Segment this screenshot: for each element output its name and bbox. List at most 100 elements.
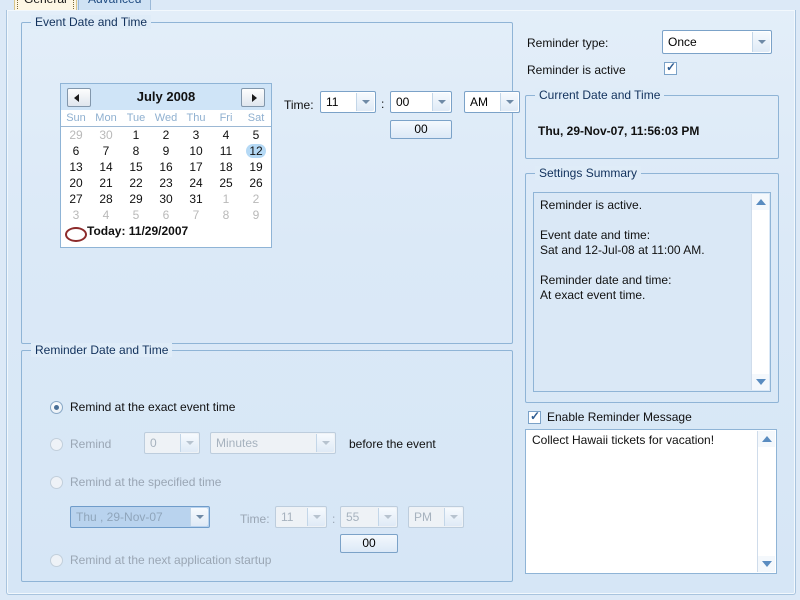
reminder-type-combo[interactable]: Once <box>662 30 772 54</box>
chevron-down-icon[interactable] <box>307 508 325 526</box>
calendar-day[interactable]: 21 <box>91 175 121 191</box>
event-meridiem-combo[interactable]: AM <box>464 91 520 113</box>
calendar-day[interactable]: 7 <box>181 207 211 223</box>
remind-before-unit-combo[interactable]: Minutes <box>210 432 336 454</box>
calendar-day[interactable]: 6 <box>61 143 91 159</box>
event-time-label: Time: <box>284 98 314 112</box>
calendar-day[interactable]: 23 <box>151 175 181 191</box>
calendar-next-month-icon[interactable] <box>241 88 265 107</box>
calendar-weekday-sun: Sun <box>61 111 91 127</box>
calendar-day[interactable]: 9 <box>241 207 271 223</box>
calendar-day[interactable]: 11 <box>211 143 241 159</box>
calendar-day[interactable]: 15 <box>121 159 151 175</box>
calendar-day[interactable]: 2 <box>241 191 271 207</box>
calendar-day[interactable]: 16 <box>151 159 181 175</box>
calendar-day[interactable]: 1 <box>121 127 151 144</box>
calendar-day[interactable]: 26 <box>241 175 271 191</box>
calendar-day[interactable]: 3 <box>181 127 211 144</box>
chevron-down-icon[interactable] <box>356 93 374 111</box>
reminder-active-checkbox[interactable] <box>664 60 677 75</box>
scroll-down-icon[interactable] <box>752 374 769 390</box>
calendar-day[interactable]: 3 <box>61 207 91 223</box>
chevron-down-icon[interactable] <box>500 93 518 111</box>
settings-summary-box[interactable]: Reminder is active. Event date and time:… <box>533 192 771 392</box>
calendar-day[interactable]: 2 <box>151 127 181 144</box>
radio-remind-before[interactable] <box>50 438 63 451</box>
calendar-day[interactable]: 7 <box>91 143 121 159</box>
reminder-message-scrollbar[interactable] <box>757 431 775 572</box>
chevron-down-icon[interactable] <box>180 434 198 452</box>
calendar-day[interactable]: 29 <box>61 127 91 144</box>
chevron-down-icon[interactable] <box>316 434 334 452</box>
scrollbar-track[interactable] <box>758 447 775 556</box>
chevron-down-icon[interactable] <box>444 508 462 526</box>
remind-seconds-field[interactable]: 00 <box>340 534 398 553</box>
calendar-week-row: 20 21 22 23 24 25 26 <box>61 175 271 191</box>
calendar-weekday-sat: Sat <box>241 111 271 127</box>
calendar-day[interactable]: 6 <box>151 207 181 223</box>
calendar-weekday-row: Sun Mon Tue Wed Thu Fri Sat <box>61 111 271 127</box>
calendar-day[interactable]: 9 <box>151 143 181 159</box>
calendar-day[interactable]: 4 <box>91 207 121 223</box>
calendar-day[interactable]: 8 <box>211 207 241 223</box>
calendar-day[interactable]: 20 <box>61 175 91 191</box>
event-minute-combo[interactable]: 00 <box>390 91 452 113</box>
event-seconds-field[interactable]: 00 <box>390 120 452 139</box>
calendar-day[interactable]: 25 <box>211 175 241 191</box>
tab-page-general: Event Date and Time July 2008 Sun Mon Tue W… <box>6 10 796 595</box>
settings-summary-text: Reminder is active. Event date and time:… <box>540 198 705 302</box>
chevron-down-icon[interactable] <box>432 93 450 111</box>
chevron-down-icon[interactable] <box>752 32 770 52</box>
ellipse-marker-icon <box>65 227 87 242</box>
calendar-day[interactable]: 24 <box>181 175 211 191</box>
calendar-day[interactable]: 4 <box>211 127 241 144</box>
calendar-weekday-mon: Mon <box>91 111 121 127</box>
radio-remind-exact[interactable] <box>50 401 63 414</box>
remind-before-suffix-label: before the event <box>349 437 436 451</box>
reminder-message-textarea[interactable]: Collect Hawaii tickets for vacation! <box>525 429 777 574</box>
calendar-day[interactable]: 8 <box>121 143 151 159</box>
calendar-day[interactable]: 30 <box>151 191 181 207</box>
remind-minute-combo[interactable]: 55 <box>340 506 398 528</box>
calendar-day[interactable]: 5 <box>241 127 271 144</box>
chevron-down-icon[interactable] <box>190 508 208 526</box>
calendar-day[interactable]: 22 <box>121 175 151 191</box>
scroll-up-icon[interactable] <box>758 431 775 447</box>
calendar-grid[interactable]: Sun Mon Tue Wed Thu Fri Sat 29 30 1 2 3 4 5 6 7 8 9 10 11 1… <box>61 111 271 223</box>
group-current-caption: Current Date and Time <box>535 88 665 102</box>
calendar-day[interactable]: 30 <box>91 127 121 144</box>
reminder-type-value: Once <box>668 35 697 49</box>
radio-remind-startup[interactable] <box>50 554 63 567</box>
calendar-day[interactable]: 10 <box>181 143 211 159</box>
scroll-up-icon[interactable] <box>752 194 769 210</box>
calendar-day[interactable]: 28 <box>91 191 121 207</box>
remind-meridiem-combo[interactable]: PM <box>408 506 464 528</box>
calendar-day[interactable]: 31 <box>181 191 211 207</box>
scrollbar-track[interactable] <box>752 210 769 374</box>
group-event-date-time: Event Date and Time July 2008 Sun Mon Tue W… <box>21 15 520 344</box>
calendar-day[interactable]: 18 <box>211 159 241 175</box>
chevron-down-icon[interactable] <box>378 508 396 526</box>
calendar-day[interactable]: 29 <box>121 191 151 207</box>
radio-remind-exact-label: Remind at the exact event time <box>70 400 236 414</box>
calendar-day[interactable]: 1 <box>211 191 241 207</box>
month-calendar[interactable]: July 2008 Sun Mon Tue Wed Thu Fri Sat 29 30 1 2 3 4… <box>60 83 272 248</box>
calendar-day[interactable]: 13 <box>61 159 91 175</box>
calendar-day[interactable]: 14 <box>91 159 121 175</box>
scroll-down-icon[interactable] <box>758 556 775 572</box>
radio-remind-specified[interactable] <box>50 476 63 489</box>
settings-summary-scrollbar[interactable] <box>751 194 769 390</box>
calendar-day-selected[interactable]: 12 <box>241 143 271 159</box>
group-event-caption: Event Date and Time <box>31 15 152 29</box>
remind-before-amount-combo[interactable]: 0 <box>144 432 200 454</box>
calendar-day[interactable]: 19 <box>241 159 271 175</box>
calendar-today-footer[interactable]: Today: 11/29/2007 <box>61 223 271 243</box>
event-hour-combo[interactable]: 11 <box>320 91 376 113</box>
event-time-colon: : <box>381 97 385 111</box>
calendar-day[interactable]: 17 <box>181 159 211 175</box>
enable-reminder-message-checkbox[interactable] <box>528 409 541 424</box>
calendar-day[interactable]: 5 <box>121 207 151 223</box>
calendar-day[interactable]: 27 <box>61 191 91 207</box>
remind-specified-date-picker[interactable]: Thu , 29-Nov-07 <box>70 506 210 528</box>
remind-hour-combo[interactable]: 11 <box>275 506 327 528</box>
